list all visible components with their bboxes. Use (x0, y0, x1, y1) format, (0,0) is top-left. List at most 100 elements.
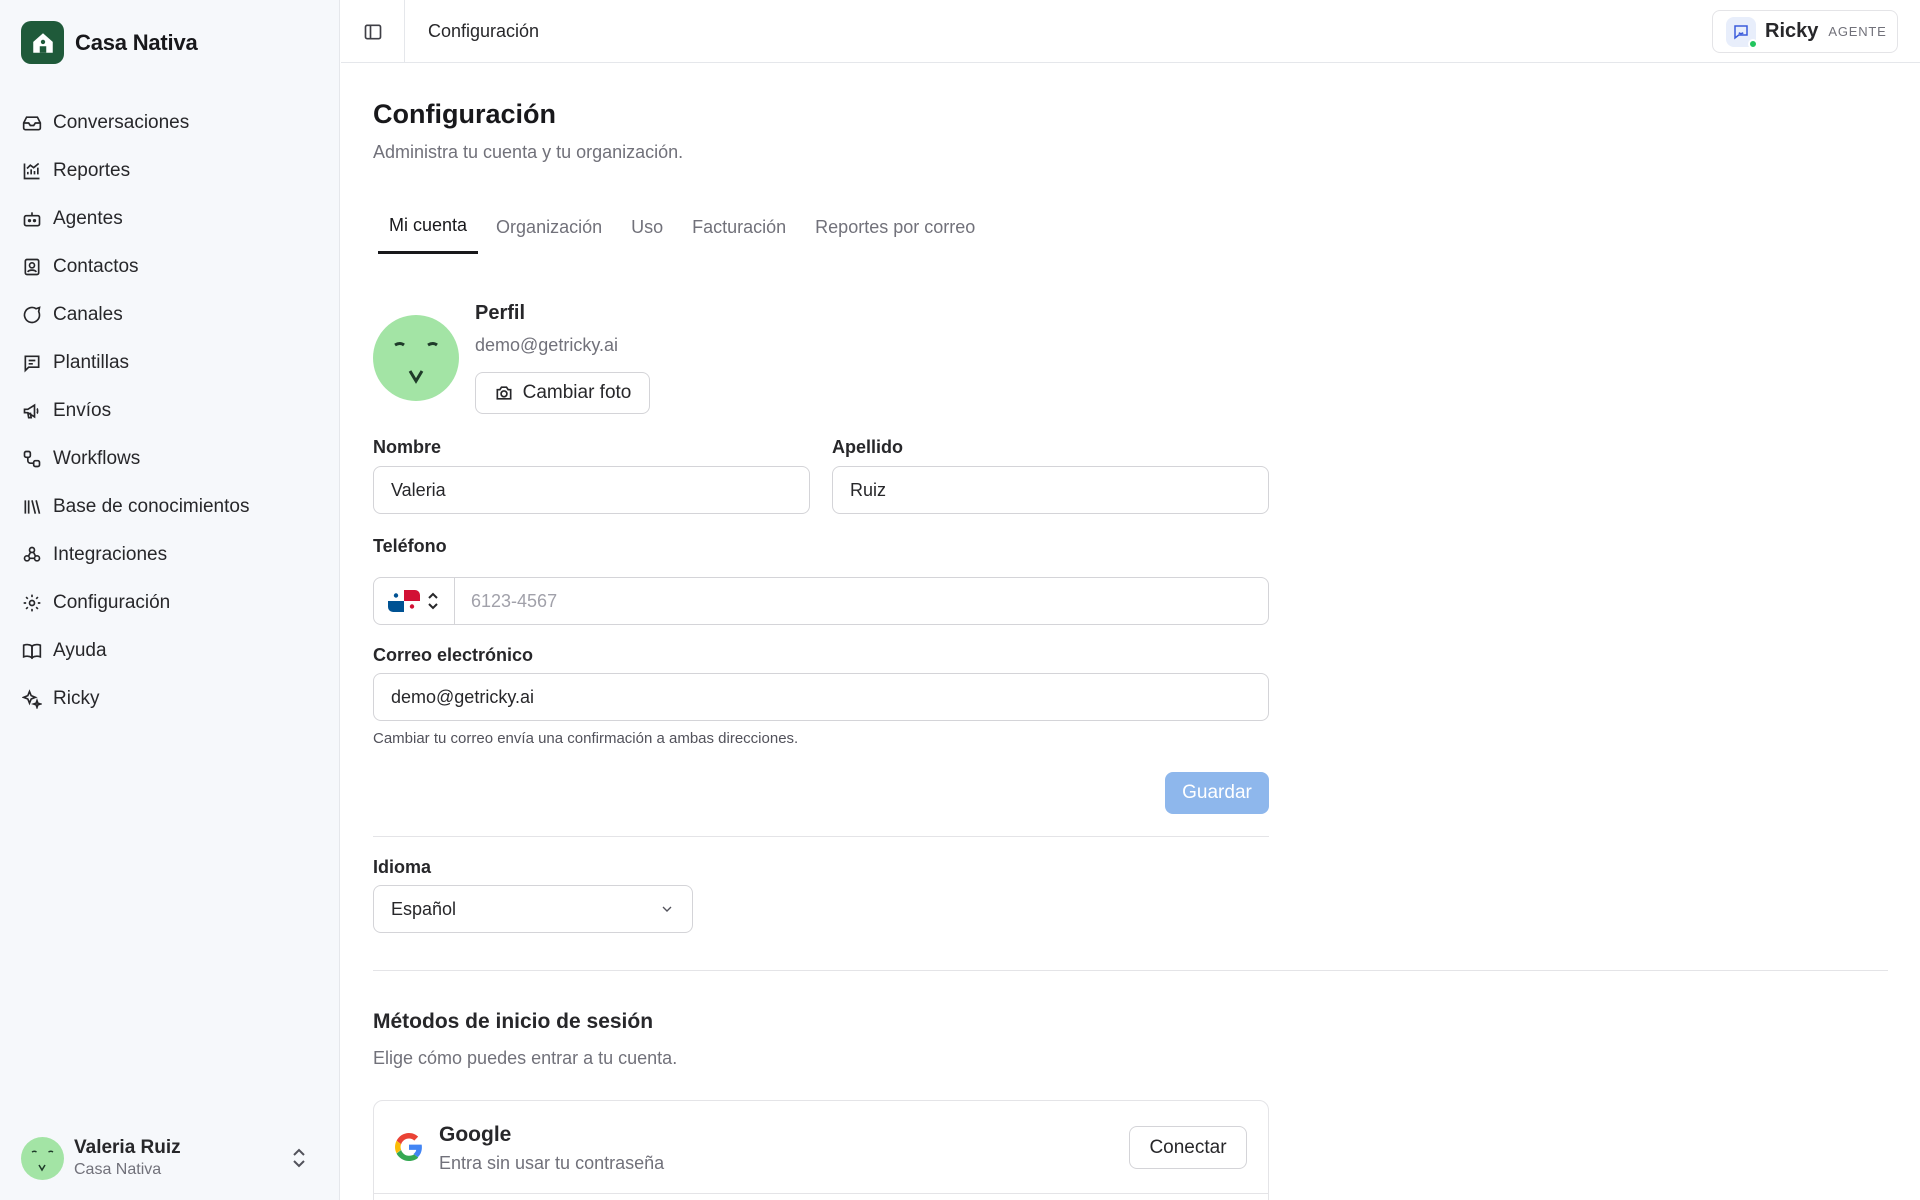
login-methods-subtitle: Elige cómo puedes entrar a tu cuenta. (373, 1048, 678, 1068)
megaphone-icon (21, 400, 43, 422)
inbox-icon (21, 112, 43, 134)
language-label: Idioma (373, 857, 432, 877)
sidebar-item-workflows[interactable]: Workflows (21, 435, 321, 483)
sidebar-item-label: Contactos (53, 256, 139, 277)
sidebar-item-label: Configuración (53, 592, 171, 613)
sidebar-item-canales[interactable]: Canales (21, 291, 321, 339)
page-title: Configuración (373, 99, 556, 129)
tab-organizacion[interactable]: Organización (485, 200, 613, 254)
first-name-field[interactable]: Valeria (373, 466, 810, 514)
assistant-name: Ricky (1765, 20, 1819, 42)
login-methods-card: Google Entra sin usar tu contraseña Cone… (373, 1100, 1269, 1200)
email-hint: Cambiar tu correo envía una confirmación… (373, 730, 799, 747)
profile-avatar (373, 315, 459, 401)
book-icon (21, 640, 43, 662)
sparkles-icon (21, 688, 43, 710)
phone-field: 6123-4567 (373, 577, 1269, 625)
divider (373, 836, 1269, 837)
phone-input[interactable]: 6123-4567 (455, 578, 1268, 624)
sidebar-item-label: Envíos (53, 400, 112, 421)
last-name-field[interactable]: Ruiz (832, 466, 1269, 514)
sidebar-item-contactos[interactable]: Contactos (21, 243, 321, 291)
workflow-icon (21, 448, 43, 470)
sidebar-item-base-de-conocimientos[interactable]: Base de conocimientos (21, 483, 321, 531)
sidebar: Casa Nativa Conversaciones Reportes Agen… (0, 0, 340, 1200)
panama-flag-icon (388, 590, 420, 612)
profile-email: demo@getricky.ai (475, 335, 618, 355)
brand[interactable]: Casa Nativa (21, 21, 198, 64)
change-photo-button[interactable]: Cambiar foto (475, 372, 650, 414)
brand-name: Casa Nativa (75, 29, 198, 55)
tab-mi-cuenta[interactable]: Mi cuenta (378, 200, 479, 254)
sidebar-toggle-button[interactable] (341, 0, 405, 63)
google-login-row: Google Entra sin usar tu contraseña Cone… (374, 1101, 1268, 1194)
sidebar-item-ricky[interactable]: Ricky (21, 675, 321, 723)
sidebar-item-integraciones[interactable]: Integraciones (21, 531, 321, 579)
email-label: Correo electrónico (373, 645, 534, 665)
sidebar-item-label: Reportes (53, 160, 131, 181)
camera-icon (496, 386, 512, 400)
sidebar-item-label: Canales (53, 304, 123, 325)
sidebar-item-label: Base de conocimientos (53, 496, 250, 517)
chevron-up-down-icon (428, 592, 438, 610)
sidebar-item-ayuda[interactable]: Ayuda (21, 627, 321, 675)
language-select-value: Español (391, 898, 457, 919)
email-field[interactable]: demo@getricky.ai (373, 673, 1269, 721)
profile-title: Perfil (475, 302, 526, 324)
integrations-icon (21, 544, 43, 566)
assistant-chip[interactable]: Ricky AGENTE (1712, 10, 1898, 53)
topbar: Configuración Ricky AGENTE (341, 0, 1920, 63)
last-name-label: Apellido (832, 437, 903, 457)
sidebar-item-envios[interactable]: Envíos (21, 387, 321, 435)
user-menu[interactable]: Valeria Ruiz Casa Nativa (21, 1136, 321, 1180)
sidebar-item-label: Agentes (53, 208, 123, 229)
sidebar-nav: Conversaciones Reportes Agentes Contacto… (21, 99, 321, 723)
sidebar-item-configuracion[interactable]: Configuración (21, 579, 321, 627)
save-button[interactable]: Guardar (1165, 772, 1269, 814)
google-title: Google (439, 1123, 512, 1146)
chevron-up-down-icon[interactable] (289, 1146, 309, 1170)
tab-uso[interactable]: Uso (620, 200, 674, 254)
assistant-chat-icon (1726, 16, 1758, 49)
sidebar-item-agentes[interactable]: Agentes (21, 195, 321, 243)
sidebar-item-reportes[interactable]: Reportes (21, 147, 321, 195)
chat-bubble-icon (21, 304, 43, 326)
settings-tabs: Mi cuenta Organización Uso Facturación R… (378, 200, 993, 254)
tab-reportes-por-correo[interactable]: Reportes por correo (804, 200, 986, 254)
sidebar-item-label: Ayuda (53, 640, 107, 661)
divider (373, 970, 1888, 971)
sidebar-item-label: Workflows (53, 448, 141, 469)
bot-icon (21, 208, 43, 230)
avatar (21, 1136, 64, 1180)
google-connect-button[interactable]: Conectar (1129, 1126, 1247, 1169)
sidebar-item-label: Integraciones (53, 544, 168, 565)
sidebar-item-label: Conversaciones (53, 112, 190, 133)
change-photo-label: Cambiar foto (522, 382, 632, 403)
user-org: Casa Nativa (74, 1161, 162, 1178)
language-select[interactable]: Español (373, 885, 693, 933)
sidebar-item-conversaciones[interactable]: Conversaciones (21, 99, 321, 147)
gear-icon (21, 592, 43, 614)
page-subtitle: Administra tu cuenta y tu organización. (373, 142, 684, 162)
google-icon (395, 1133, 423, 1166)
online-status-dot (1748, 38, 1758, 49)
google-subtitle: Entra sin usar tu contraseña (439, 1153, 665, 1173)
country-code-select[interactable] (374, 578, 455, 624)
contact-book-icon (21, 256, 43, 278)
first-name-label: Nombre (373, 437, 442, 457)
user-name: Valeria Ruiz (74, 1137, 181, 1158)
library-icon (21, 496, 43, 518)
assistant-role-badge: AGENTE (1828, 24, 1887, 39)
chevron-down-icon (662, 906, 672, 912)
brand-logo-icon (21, 21, 64, 64)
panel-left-icon (364, 24, 381, 39)
chart-icon (21, 160, 43, 182)
sidebar-item-label: Plantillas (53, 352, 130, 373)
breadcrumb: Configuración (428, 21, 540, 41)
sidebar-item-label: Ricky (53, 688, 100, 709)
phone-label: Teléfono (373, 536, 447, 556)
template-icon (21, 352, 43, 374)
sidebar-item-plantillas[interactable]: Plantillas (21, 339, 321, 387)
login-methods-title: Métodos de inicio de sesión (373, 1010, 654, 1033)
tab-facturacion[interactable]: Facturación (681, 200, 797, 254)
